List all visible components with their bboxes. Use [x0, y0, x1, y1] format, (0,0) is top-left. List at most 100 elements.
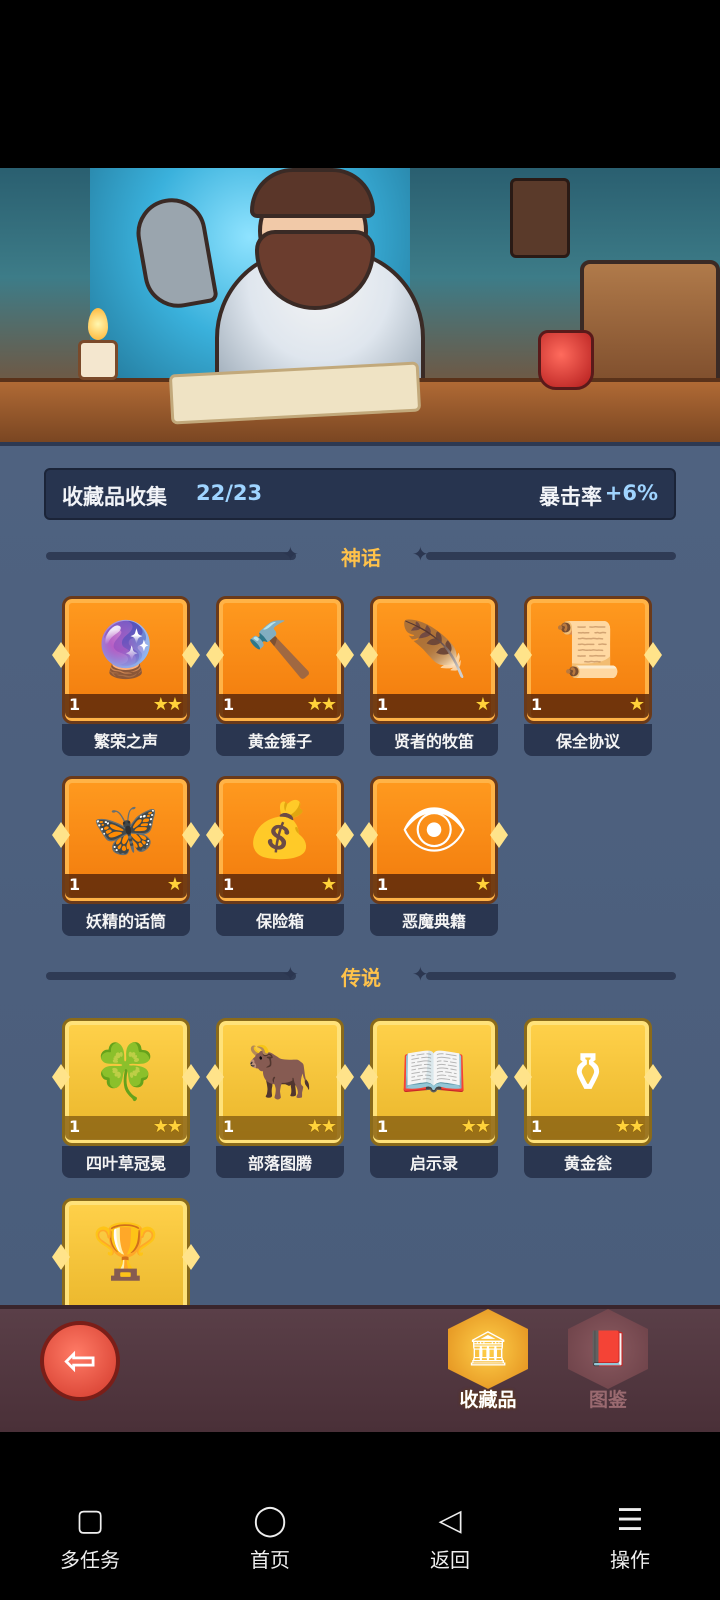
nav-multitask[interactable]: ▢ 多任务	[30, 1500, 150, 1573]
item-level: 1	[531, 695, 543, 714]
item-level: 1	[69, 1117, 81, 1136]
item-level: 1	[377, 875, 389, 894]
square-icon: ▢	[75, 1502, 105, 1538]
nav-back[interactable]: ◁ 返回	[390, 1500, 510, 1573]
star-rating: ★	[474, 694, 491, 715]
toggle-menu-icon: ☰	[616, 1502, 644, 1538]
collection-summary-bar: 收藏品收集 22/23 暴击率 +6%	[44, 468, 676, 520]
crit-rate-value: +6%	[604, 481, 658, 505]
item-name: 部落图腾	[247, 1154, 312, 1173]
hammer-icon: 🔨	[246, 618, 314, 681]
level-strip: 1 ★★	[65, 1116, 187, 1140]
totem-icon: 🐂	[246, 1040, 314, 1103]
scroll-icon: 📜	[554, 618, 622, 681]
clover-crown-icon: 🍀	[92, 1040, 160, 1103]
level-strip: 1 ★	[65, 874, 187, 898]
item-name: 黄金锤子	[247, 732, 312, 751]
star-rating: ★★	[306, 1116, 337, 1137]
collection-icon: 🏛	[448, 1309, 528, 1389]
item-level: 1	[223, 1117, 235, 1136]
name-plate: 妖精的话筒	[62, 904, 190, 936]
item-name: 恶魔典籍	[401, 912, 466, 931]
name-plate: 保全协议	[524, 724, 652, 756]
nav-home[interactable]: ◯ 首页	[210, 1500, 330, 1573]
hero-banner	[0, 168, 720, 442]
dwarf-hair-illustration	[250, 168, 375, 218]
collection-title: 收藏品收集	[62, 485, 167, 509]
star-rating: ★	[320, 874, 337, 895]
back-arrow-icon: ⇦	[63, 1338, 97, 1384]
level-strip: 1 ★★	[65, 694, 187, 718]
game-bottom-bar: ⇦ 🏛 收藏品 📕 图鉴	[0, 1305, 720, 1432]
demon-book-icon: 👁	[399, 798, 469, 861]
name-plate: 繁荣之声	[62, 724, 190, 756]
nav-actions-label: 操作	[610, 1548, 650, 1572]
divider-line	[426, 552, 676, 560]
collectible-item[interactable]: 👁 1 ★ 恶魔典籍	[360, 776, 508, 936]
collectible-item[interactable]: 📖 1 ★★ 启示录	[360, 1018, 508, 1178]
item-level: 1	[223, 695, 235, 714]
flame-icon	[88, 308, 108, 340]
status-area	[0, 0, 720, 168]
treasure-chest-icon: 💰	[246, 798, 314, 861]
tab-catalog[interactable]: 📕 图鉴	[560, 1309, 656, 1419]
level-strip: 1 ★★	[219, 694, 341, 718]
totem-decoration	[510, 178, 570, 258]
circle-icon: ◯	[253, 1502, 287, 1538]
tab-collection[interactable]: 🏛 收藏品	[440, 1309, 536, 1419]
item-level: 1	[223, 875, 235, 894]
item-name: 启示录	[409, 1154, 458, 1173]
name-plate: 部落图腾	[216, 1146, 344, 1178]
potion-icon	[538, 330, 594, 390]
collectible-item[interactable]: 🍀 1 ★★ 四叶草冠冕	[52, 1018, 200, 1178]
crit-rate-label: 暴击率	[539, 485, 602, 509]
divider-line	[426, 972, 676, 980]
level-strip: 1 ★★	[527, 1116, 649, 1140]
name-plate: 四叶草冠冕	[62, 1146, 190, 1178]
collectible-item[interactable]: 💰 1 ★ 保险箱	[206, 776, 354, 936]
item-name: 贤者的牧笛	[393, 732, 474, 751]
level-strip: 1 ★	[527, 694, 649, 718]
level-strip: 1 ★★	[219, 1116, 341, 1140]
star-rating: ★★	[152, 694, 183, 715]
item-name: 黄金瓮	[563, 1154, 612, 1173]
name-plate: 启示录	[370, 1146, 498, 1178]
item-level: 1	[69, 875, 81, 894]
nav-actions[interactable]: ☰ 操作	[570, 1500, 690, 1573]
nav-back-label: 返回	[430, 1548, 470, 1572]
fairy-mic-icon: 🦋	[92, 798, 160, 861]
section-header-mythic: ✦ 神话 ✦	[46, 540, 676, 570]
goblet-icon: 🏆	[92, 1220, 160, 1283]
collection-count: 22/23	[196, 481, 263, 505]
section-header-legend: ✦ 传说 ✦	[46, 960, 676, 990]
collectible-item[interactable]: 🐂 1 ★★ 部落图腾	[206, 1018, 354, 1178]
collectible-item[interactable]: 🪶 1 ★ 贤者的牧笛	[360, 596, 508, 756]
name-plate: 黄金锤子	[216, 724, 344, 756]
candle-illustration	[78, 340, 118, 380]
catalog-book-icon: 📕	[568, 1309, 648, 1389]
nav-multitask-label: 多任务	[60, 1548, 120, 1572]
item-name: 四叶草冠冕	[85, 1154, 166, 1173]
star-rating: ★★	[306, 694, 337, 715]
triangle-back-icon: ◁	[438, 1502, 462, 1538]
star-rating: ★	[474, 874, 491, 895]
star-rating: ★★	[614, 1116, 645, 1137]
star-rating: ★★	[460, 1116, 491, 1137]
star-rating: ★★	[152, 1116, 183, 1137]
collectible-item[interactable]: 🔨 1 ★★ 黄金锤子	[206, 596, 354, 756]
collectible-item[interactable]: ⚱ 1 ★★ 黄金瓮	[514, 1018, 662, 1178]
item-name: 保险箱	[255, 912, 304, 931]
collectible-item[interactable]: 📜 1 ★ 保全协议	[514, 596, 662, 756]
name-plate: 恶魔典籍	[370, 904, 498, 936]
item-level: 1	[377, 1117, 389, 1136]
flute-icon: 🪶	[400, 618, 468, 681]
level-strip: 1 ★	[219, 874, 341, 898]
book-icon: 📖	[400, 1040, 468, 1103]
collectible-item[interactable]: 🔮 1 ★★ 繁荣之声	[52, 596, 200, 756]
nav-home-label: 首页	[250, 1548, 290, 1572]
collectible-item[interactable]: 🦋 1 ★ 妖精的话筒	[52, 776, 200, 936]
tab-collection-label: 收藏品	[459, 1389, 517, 1411]
item-name: 繁荣之声	[93, 732, 158, 751]
item-level: 1	[531, 1117, 543, 1136]
back-button[interactable]: ⇦	[40, 1321, 120, 1401]
